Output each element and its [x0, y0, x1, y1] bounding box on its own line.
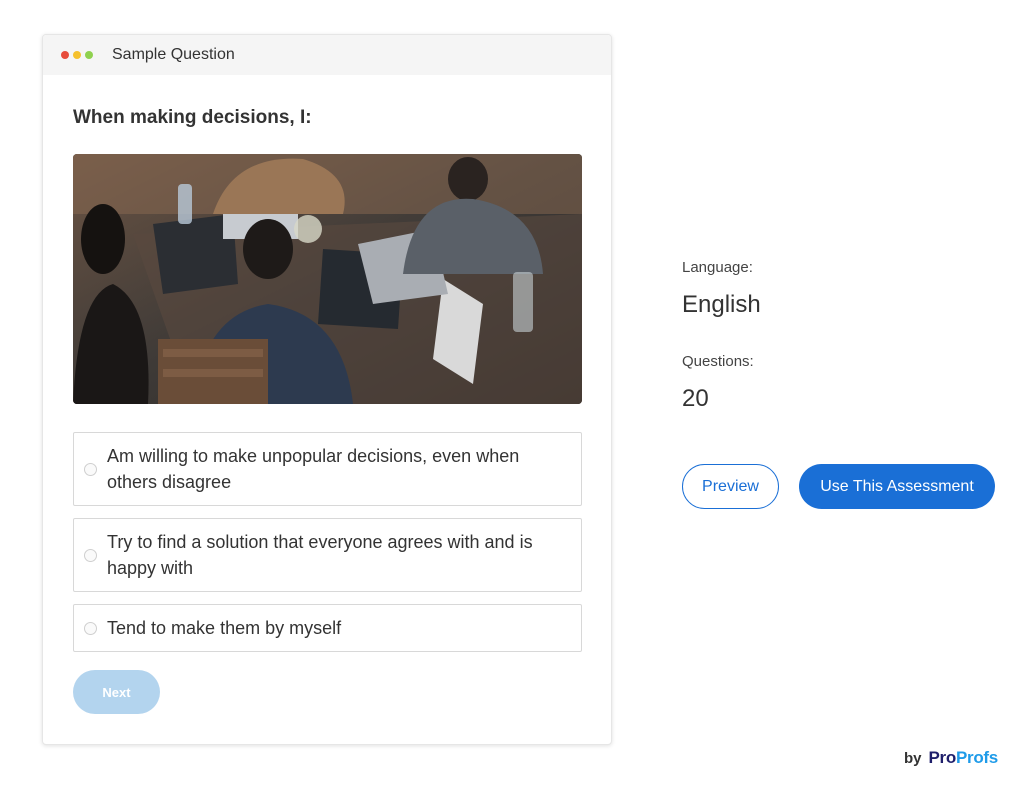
radio-button[interactable] [84, 622, 97, 635]
card-header: Sample Question [43, 35, 611, 75]
next-button[interactable]: Next [73, 670, 160, 714]
proprofs-logo[interactable]: ProProfs [928, 748, 999, 768]
window-dots [61, 51, 93, 59]
sample-question-card: Sample Question When making decisions, I… [42, 34, 612, 745]
question-text: When making decisions, I: [73, 107, 312, 128]
radio-button[interactable] [84, 549, 97, 562]
brand-part-pro: Pro [928, 748, 957, 767]
radio-button[interactable] [84, 463, 97, 476]
footer-branding[interactable]: by ProProfs [904, 748, 998, 768]
language-label: Language: [682, 259, 753, 276]
answer-option-label: Am willing to make unpopular decisions, … [107, 446, 520, 492]
answer-option[interactable]: Tend to make them by myself [73, 604, 582, 652]
answer-option[interactable]: Am willing to make unpopular decisions, … [73, 432, 582, 506]
by-text: by [904, 749, 922, 767]
answer-option-label: Tend to make them by myself [107, 618, 342, 638]
red-dot-icon [61, 51, 69, 59]
green-dot-icon [85, 51, 93, 59]
language-value: English [682, 291, 761, 318]
question-image [73, 154, 582, 404]
questions-label: Questions: [682, 353, 754, 370]
answer-option[interactable]: Try to find a solution that everyone agr… [73, 518, 582, 592]
use-assessment-button[interactable]: Use This Assessment [799, 464, 995, 509]
preview-button[interactable]: Preview [682, 464, 779, 509]
card-title: Sample Question [112, 46, 235, 63]
answer-option-label: Try to find a solution that everyone agr… [107, 532, 533, 578]
questions-count: 20 [682, 385, 709, 412]
yellow-dot-icon [73, 51, 81, 59]
brand-part-profs: Profs [955, 748, 998, 767]
